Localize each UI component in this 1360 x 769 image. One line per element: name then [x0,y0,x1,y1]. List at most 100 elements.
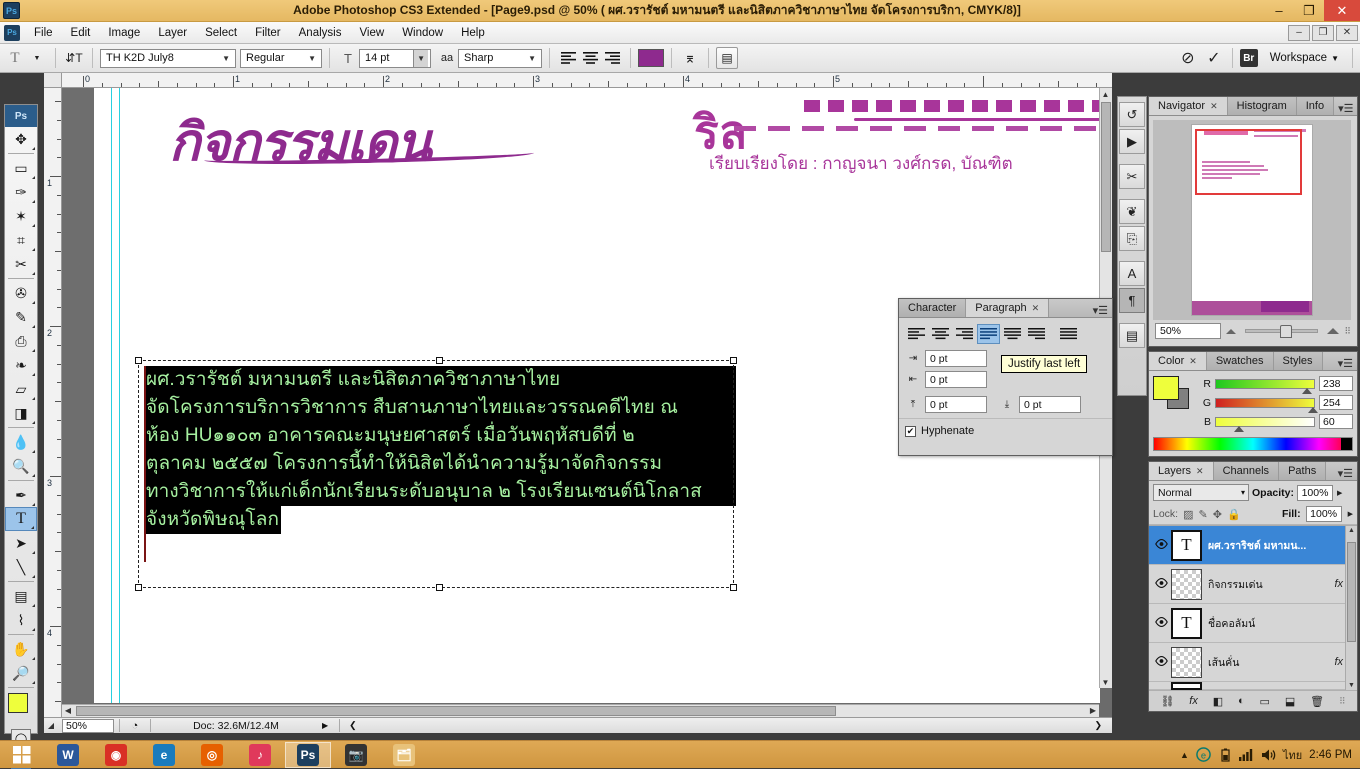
status-preview-icon[interactable]: ◔ [125,720,145,732]
layer-thumbnail[interactable]: T [1171,608,1202,639]
spectrum-black-swatch[interactable] [1341,438,1352,450]
menu-edit[interactable]: Edit [62,24,100,42]
scroll-up-arrow-icon[interactable]: ▲ [1348,527,1355,534]
edge-tray-icon[interactable]: e [1196,747,1211,762]
blur-tool[interactable]: 💧 [5,430,37,454]
text-color-swatch[interactable] [638,49,664,67]
tab-styles[interactable]: Styles [1274,352,1323,370]
start-button[interactable] [0,741,44,769]
color-slider-knob[interactable] [1234,426,1244,432]
menu-layer[interactable]: Layer [149,24,196,42]
lock-all-icon[interactable]: 🔒 [1227,508,1241,521]
color-b-slider[interactable] [1215,417,1315,427]
lock-image-icon[interactable]: ✎ [1199,508,1208,521]
color-slider-knob[interactable] [1302,388,1312,394]
panel-menu-icon[interactable]: ▾☰ [1334,102,1357,115]
language-indicator[interactable]: ไทย [1283,746,1302,764]
menu-analysis[interactable]: Analysis [290,24,351,42]
color-g-input[interactable]: 254 [1319,395,1353,410]
navigator-zoom-input[interactable]: 50% [1155,323,1221,339]
photoshop-taskbar-icon[interactable]: Ps [285,742,331,768]
tab-navigator[interactable]: Navigator ✕ [1149,97,1228,115]
para-align-right-button[interactable] [953,324,976,344]
delete-layer-icon[interactable]: 🗑 [1310,695,1324,708]
clone-source-icon[interactable]: ⎘ [1119,226,1145,251]
tab-layers[interactable]: Layers ✕ [1149,462,1214,480]
status-resize-grip[interactable]: ◢ [44,721,58,730]
zoom-out-icon[interactable] [1225,329,1237,334]
layer-row[interactable]: Tผศ.วราริชต์ มหามน... [1149,526,1357,565]
move-tool[interactable]: ✥ [5,127,37,151]
restore-button[interactable]: ❐ [1294,0,1324,21]
itunes-taskbar-icon[interactable]: ♪ [237,742,283,768]
close-icon[interactable]: ✕ [1210,101,1218,112]
tab-paths[interactable]: Paths [1279,462,1326,480]
type-tool-icon[interactable]: T [4,47,26,69]
signal-icon[interactable] [1239,748,1254,761]
layer-thumbnail[interactable] [1171,569,1202,600]
history-brush-tool[interactable]: ❧ [5,353,37,377]
tab-color[interactable]: Color ✕ [1149,352,1207,370]
resize-grip-icon[interactable]: ⠿ [1339,696,1346,707]
toggle-character-palette-icon[interactable]: ▤ [716,47,738,69]
anti-alias-select[interactable]: Sharp ▼ [458,49,542,68]
new-layer-icon[interactable]: ⬓ [1285,695,1295,708]
firefox-taskbar-icon[interactable]: ◎ [189,742,235,768]
slice-tool[interactable]: ✂ [5,252,37,276]
tray-overflow-icon[interactable]: ▲ [1180,750,1189,760]
commit-edits-icon[interactable]: ✓ [1203,47,1225,69]
scroll-down-arrow-icon[interactable]: ▼ [1100,676,1111,688]
panel-menu-icon[interactable]: ▾☰ [1334,467,1357,480]
selected-text-block[interactable]: ผศ.วรารัชต์ มหามนตรี และนิสิตภาควิชาภาษา… [144,366,736,534]
menu-view[interactable]: View [350,24,393,42]
blend-mode-select[interactable]: Normal ▾ [1153,484,1249,501]
type-tool[interactable]: T [5,507,37,531]
space-after-input[interactable]: 0 pt [1019,396,1081,413]
notes-tool[interactable]: ▤ [5,584,37,608]
color-spectrum-bar[interactable] [1153,437,1353,451]
menu-help[interactable]: Help [452,24,494,42]
text-orientation-icon[interactable]: ⇵T [63,47,85,69]
hyphenate-checkbox[interactable]: ✔ [905,426,916,437]
new-group-icon[interactable]: ▭ [1260,695,1270,708]
lock-transparency-icon[interactable]: ▨ [1183,508,1193,521]
ie-taskbar-icon[interactable]: e [141,742,187,768]
document-menu-icon[interactable]: Ps [4,25,20,41]
status-prev-icon[interactable]: ❮ [345,720,361,731]
dodge-tool[interactable]: 🔍 [5,454,37,478]
link-layers-icon[interactable]: ⛓ [1160,695,1174,708]
tab-info[interactable]: Info [1297,97,1334,115]
horizontal-scroll-thumb[interactable] [76,706,836,716]
para-justify-last-right-button[interactable] [1025,324,1048,344]
scroll-right-arrow-icon[interactable]: ▶ [1087,705,1099,716]
camera-taskbar-icon[interactable]: 📷 [333,742,379,768]
close-icon[interactable]: ✕ [1196,466,1204,477]
tab-channels[interactable]: Channels [1214,462,1279,480]
horizontal-scrollbar[interactable]: ◀ ▶ [62,704,1099,717]
healing-brush-tool[interactable]: ✇ [5,281,37,305]
layer-row[interactable]: Tชื่อคอลัมน์ [1149,604,1357,643]
resize-handle[interactable] [730,357,737,364]
close-icon[interactable]: ✕ [1032,303,1040,314]
menu-select[interactable]: Select [196,24,246,42]
color-b-input[interactable]: 60 [1319,414,1353,429]
layer-thumbnail[interactable] [1171,682,1202,690]
font-size-select[interactable]: 14 pt ▼ [359,49,431,68]
layer-mask-icon[interactable]: ◧ [1213,695,1223,708]
gradient-tool[interactable]: ◨ [5,401,37,425]
close-button[interactable]: ✕ [1324,0,1360,21]
panel-menu-icon[interactable]: ▾☰ [1089,304,1112,317]
navigator-thumbnail[interactable] [1153,120,1351,320]
close-icon[interactable]: ✕ [1189,356,1197,367]
scroll-up-arrow-icon[interactable]: ▲ [1100,88,1111,100]
tab-histogram[interactable]: Histogram [1228,97,1297,115]
pen-tool[interactable]: ✒ [5,483,37,507]
adjustment-layer-icon[interactable]: ◐ [1238,695,1245,707]
hand-tool[interactable]: ✋ [5,637,37,661]
marquee-tool[interactable]: ▭ [5,156,37,180]
ruler-corner[interactable] [44,73,62,88]
resize-handle[interactable] [436,584,443,591]
color-g-slider[interactable] [1215,398,1315,408]
para-justify-all-button[interactable] [1057,324,1080,344]
tab-swatches[interactable]: Swatches [1207,352,1274,370]
